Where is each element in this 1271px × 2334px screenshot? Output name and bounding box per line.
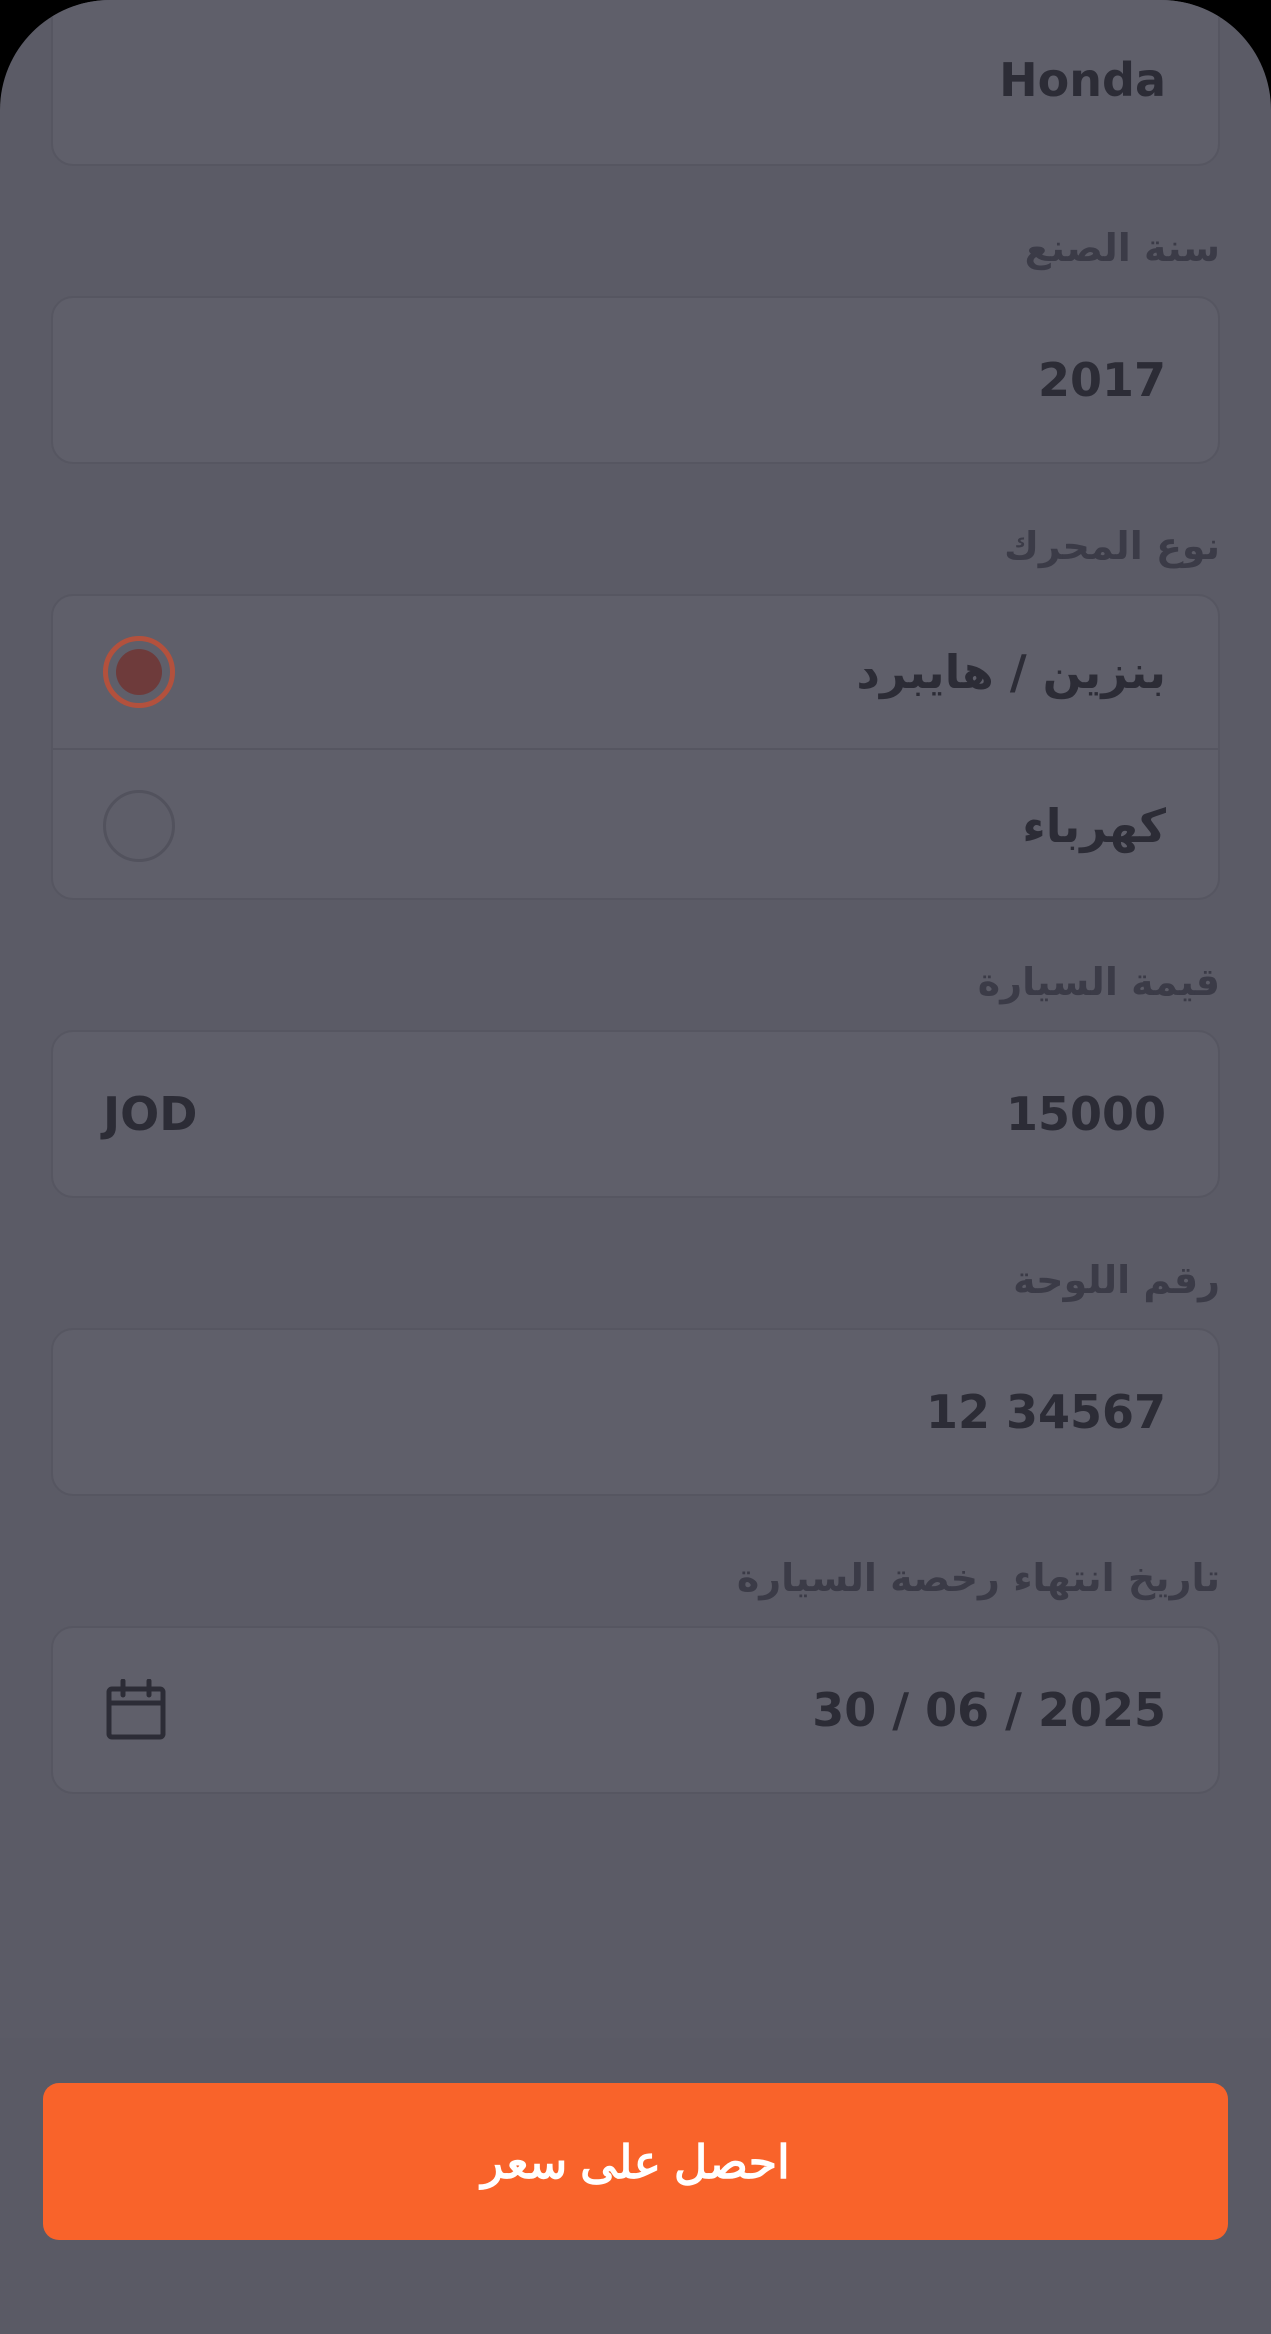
license-expiry-label: تاريخ انتهاء رخصة السيارة [736,1556,1220,1600]
plate-label: رقم اللوحة [1013,1258,1220,1302]
license-expiry-field[interactable]: 30 / 06 / 2025 [51,1626,1220,1794]
calendar-icon[interactable] [105,1679,167,1741]
engine-option-label: كهرباء [1022,799,1166,853]
radio-unselected[interactable] [103,790,175,862]
year-value: 2017 [1037,353,1166,407]
screen: Honda سنة الصنع 2017 نوع المحرك بنزين / … [0,0,1271,2334]
car-value-input: 15000 [1005,1087,1166,1141]
plate-field[interactable]: 12 34567 [51,1328,1220,1496]
engine-option-petrol-hybrid[interactable]: بنزين / هايبرد [53,596,1218,748]
radio-selected[interactable] [103,636,175,708]
car-value-label: قيمة السيارة [977,960,1220,1004]
plate-value: 12 34567 [925,1385,1166,1439]
get-quote-button[interactable]: احصل على سعر [43,2083,1228,2240]
make-value: Honda [999,53,1166,107]
make-field[interactable]: Honda [51,0,1220,166]
currency-suffix: JOD [103,1087,198,1141]
engine-label: نوع المحرك [1004,524,1220,568]
license-expiry-value: 30 / 06 / 2025 [812,1683,1166,1737]
year-field[interactable]: 2017 [51,296,1220,464]
year-label: سنة الصنع [1024,226,1220,270]
car-value-field[interactable]: 15000 JOD [51,1030,1220,1198]
engine-radio-group: بنزين / هايبرد كهرباء [51,594,1220,900]
engine-option-label: بنزين / هايبرد [856,645,1166,699]
engine-option-electric[interactable]: كهرباء [53,748,1218,902]
